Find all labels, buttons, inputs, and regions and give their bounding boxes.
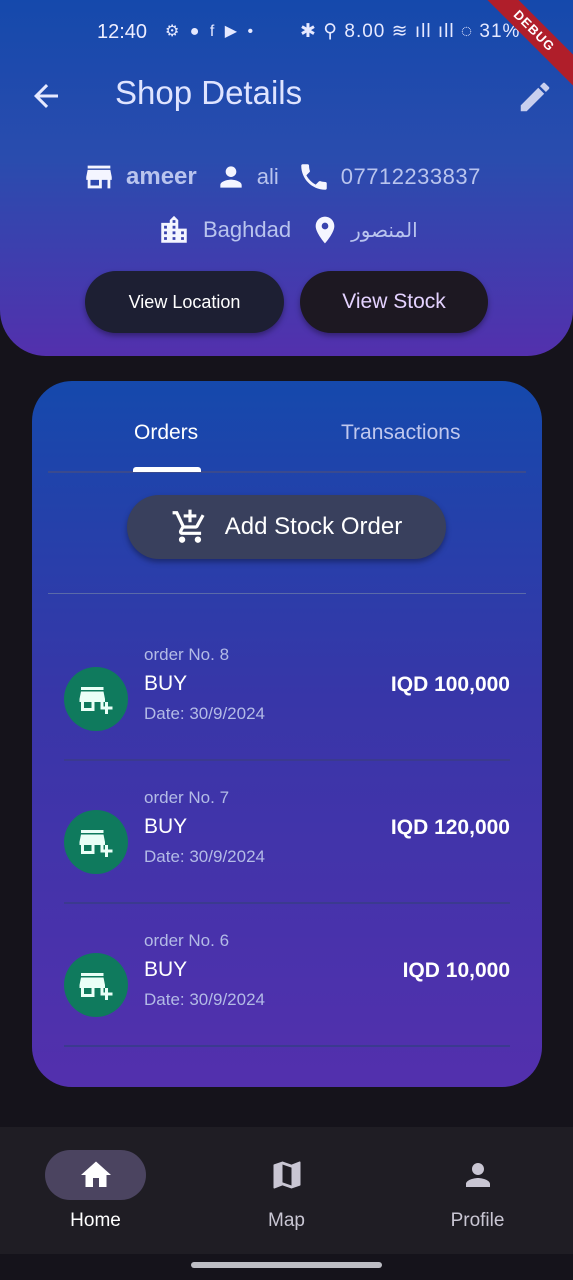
nav-home-label: Home (70, 1210, 121, 1231)
person-icon (220, 166, 242, 188)
order-item[interactable]: order No. 6 BUY Date: 30/9/2024 IQD 10,0… (64, 905, 510, 1048)
location-pin-icon (315, 216, 335, 244)
add-stock-order-label: Add Stock Order (224, 513, 403, 540)
order-avatar (64, 667, 128, 731)
order-avatar (64, 810, 128, 874)
order-date: Date: 30/9/2024 (144, 704, 265, 723)
tab-divider (48, 471, 526, 473)
page-title: Shop Details (115, 74, 303, 111)
order-divider (64, 902, 510, 904)
shop-name: ameer (126, 163, 197, 190)
order-type: BUY (144, 958, 188, 981)
status-time: 12:40 (97, 21, 148, 43)
order-item[interactable]: order No. 8 BUY Date: 30/9/2024 IQD 100,… (64, 619, 510, 762)
owner-name: ali (256, 164, 279, 189)
system-icons: ✱ ⚲ 8.00 ≋ ıll ıll ◌ 31% (300, 21, 521, 42)
home-icon (81, 1161, 111, 1187)
status-bar: 12:40 ⚙ ● f ▶ • ✱ ⚲ 8.00 ≋ ıll ıll ◌ 31% (0, 0, 573, 66)
add-business-icon (79, 830, 113, 857)
nav-profile-label: Profile (450, 1210, 505, 1231)
order-date: Date: 30/9/2024 (144, 990, 265, 1009)
order-date: Date: 30/9/2024 (144, 847, 265, 866)
back-arrow-icon[interactable] (28, 78, 64, 114)
gesture-handle[interactable] (191, 1262, 382, 1268)
order-type: BUY (144, 672, 188, 695)
district-name: المنصور (351, 219, 418, 242)
add-business-icon (79, 973, 113, 1000)
notification-icons: ⚙ ● f ▶ • (165, 23, 257, 40)
phone-number: 07712233837 (340, 164, 481, 189)
order-amount: IQD 10,000 (402, 959, 510, 982)
order-type: BUY (144, 815, 188, 838)
tab-indicator (133, 467, 201, 472)
add-cart-icon (172, 509, 205, 543)
shop-location-row: Baghdad المنصور (157, 210, 418, 250)
city-name: Baghdad (203, 217, 292, 242)
shop-contact-row: ameer ali 07712233837 (82, 155, 481, 199)
view-stock-button[interactable]: View Stock (300, 271, 488, 333)
order-avatar (64, 953, 128, 1017)
order-amount: IQD 120,000 (390, 816, 510, 839)
phone-icon (301, 164, 327, 190)
order-divider (64, 1045, 510, 1047)
nav-map-label: Map (268, 1210, 305, 1231)
city-building-icon (161, 215, 187, 243)
order-number: order No. 6 (144, 931, 230, 950)
order-number: order No. 8 (144, 645, 230, 664)
add-business-icon (79, 687, 113, 714)
order-divider (64, 759, 510, 761)
tab-orders[interactable]: Orders (134, 421, 198, 445)
person-icon (466, 1163, 490, 1187)
tab-transactions[interactable]: Transactions (341, 421, 460, 445)
gesture-area (0, 1254, 573, 1280)
order-amount: IQD 100,000 (390, 673, 510, 696)
add-stock-order-button[interactable]: Add Stock Order (127, 495, 446, 559)
bottom-navigation: Home Map Profile (0, 1127, 573, 1254)
map-icon (273, 1161, 301, 1189)
nav-profile[interactable]: Profile (382, 1127, 573, 1254)
edit-pencil-icon[interactable] (516, 78, 554, 116)
orders-card: Orders Transactions Add Stock Order orde… (32, 381, 542, 1087)
shop-header: 12:40 ⚙ ● f ▶ • ✱ ⚲ 8.00 ≋ ıll ıll ◌ 31%… (0, 0, 573, 356)
store-icon (86, 165, 112, 189)
view-location-button[interactable]: View Location (85, 271, 284, 333)
nav-map[interactable]: Map (191, 1127, 382, 1254)
section-divider (48, 593, 526, 594)
nav-home[interactable]: Home (0, 1127, 191, 1254)
order-number: order No. 7 (144, 788, 230, 807)
order-item[interactable]: order No. 7 BUY Date: 30/9/2024 IQD 120,… (64, 762, 510, 905)
